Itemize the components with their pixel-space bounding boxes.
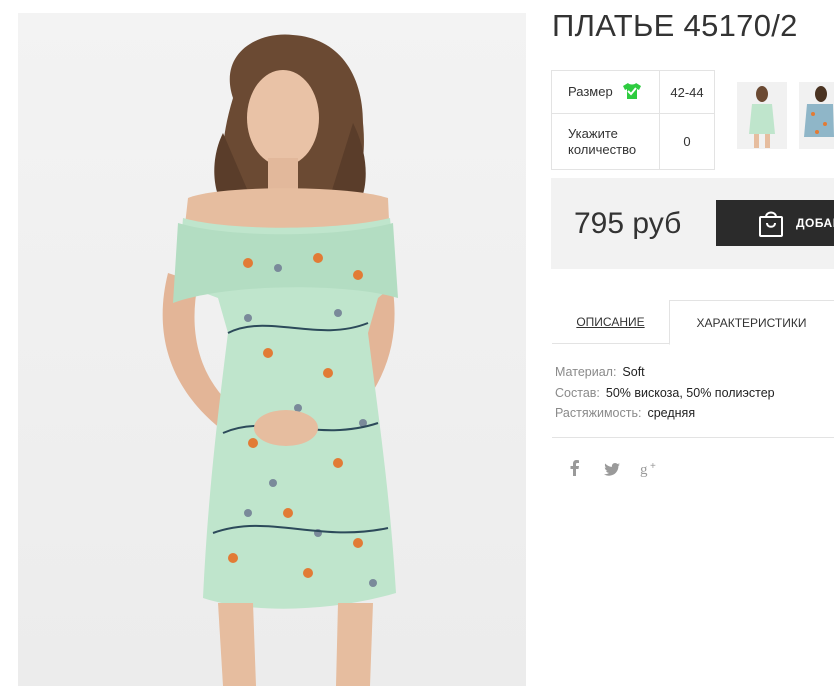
characteristic-key: Состав: [555, 385, 600, 400]
add-to-cart-label: ДОБАВИТЬ [796, 216, 834, 230]
price-box: 795 руб ДОБАВИТЬ [551, 178, 834, 269]
google-plus-icon[interactable]: g + [640, 461, 660, 481]
characteristics-list: Материал: Soft Состав: 50% вискоза, 50% по… [555, 362, 775, 424]
size-label: Размер [568, 84, 613, 99]
characteristic-key: Растяжимость: [555, 406, 642, 420]
svg-text:+: + [650, 461, 656, 472]
characteristic-value: 50% вискоза, 50% полиэстер [605, 385, 775, 400]
svg-text:g: g [640, 462, 648, 477]
twitter-icon[interactable] [604, 463, 620, 480]
quantity-label: Укажите количество [568, 125, 637, 157]
add-to-cart-button[interactable]: ДОБАВИТЬ [716, 200, 834, 246]
thumbnail-1[interactable] [737, 82, 787, 149]
size-label-cell: Размер [551, 70, 660, 114]
characteristic-row: Состав: 50% вискоза, 50% полиэстер [555, 383, 775, 404]
size-select[interactable]: 42-44 [659, 70, 715, 114]
product-photo[interactable] [18, 13, 526, 686]
quantity-field[interactable]: 0 [659, 113, 715, 170]
quantity-label-cell: Укажите количество [551, 113, 660, 170]
characteristic-key: Материал: [555, 365, 617, 379]
page-title: ПЛАТЬЕ 45170/2 [552, 8, 798, 43]
characteristic-value: Soft [622, 365, 645, 379]
section-divider [552, 437, 834, 438]
shopping-bag-icon [758, 208, 784, 243]
price: 795 руб [574, 207, 682, 240]
characteristic-row: Растяжимость: средняя [555, 403, 775, 424]
tab-characteristics[interactable]: ХАРАКТЕРИСТИКИ [669, 300, 834, 345]
product-options-table: Размер 42-44 Укажите количество 0 [551, 70, 715, 170]
characteristic-value: средняя [647, 406, 696, 420]
tab-description[interactable]: ОПИСАНИЕ [552, 300, 669, 344]
tshirt-check-icon[interactable] [622, 82, 642, 103]
facebook-icon[interactable] [570, 460, 580, 480]
characteristic-row: Материал: Soft [555, 362, 775, 383]
thumbnail-2[interactable] [799, 82, 834, 149]
